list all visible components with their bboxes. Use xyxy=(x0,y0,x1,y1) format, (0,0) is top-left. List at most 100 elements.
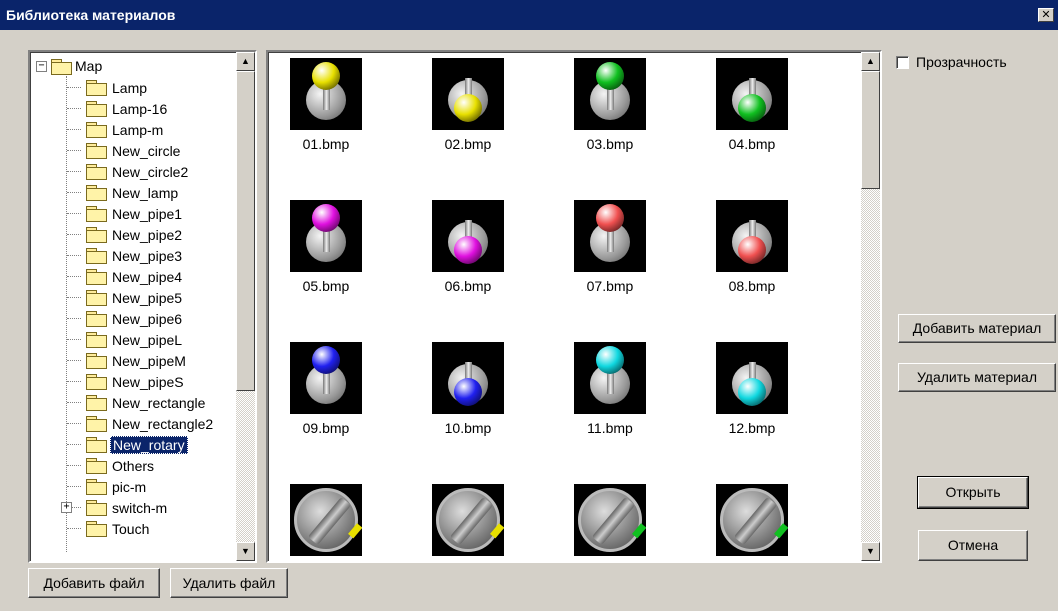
tree-item[interactable]: New_pipe5 xyxy=(82,287,184,308)
toggle-switch-thumbnail xyxy=(290,342,362,414)
material-tile[interactable]: 01.bmp xyxy=(276,58,376,152)
material-tile[interactable]: 03.bmp xyxy=(560,58,660,152)
tree-item[interactable]: New_pipeL xyxy=(82,329,184,350)
tree-connector xyxy=(67,129,81,130)
tree-connector xyxy=(67,87,81,88)
tree-item[interactable]: New_pipe2 xyxy=(82,224,184,245)
tree-item-label: New_pipe3 xyxy=(112,247,183,264)
tree-item[interactable]: Lamp-16 xyxy=(82,98,169,119)
tree-item[interactable]: Lamp xyxy=(82,77,149,98)
tree-item[interactable]: New_rectangle xyxy=(82,392,207,413)
tree-item[interactable]: New_lamp xyxy=(82,182,180,203)
folder-icon xyxy=(86,332,107,348)
folder-icon xyxy=(86,458,107,474)
folder-icon xyxy=(86,437,107,453)
tree-item[interactable]: New_circle2 xyxy=(82,161,190,182)
tree-item[interactable]: Others xyxy=(82,455,156,476)
material-file-name: 07.bmp xyxy=(586,278,634,294)
material-tile[interactable]: 05.bmp xyxy=(276,200,376,294)
tree-item[interactable]: Lamp-m xyxy=(82,119,165,140)
tree-connector xyxy=(67,234,81,235)
tree-connector xyxy=(67,339,81,340)
material-tile[interactable] xyxy=(702,484,802,556)
material-tile[interactable]: 06.bmp xyxy=(418,200,518,294)
tree-item[interactable]: New_pipe4 xyxy=(82,266,184,287)
material-file-name: 02.bmp xyxy=(444,136,492,152)
folder-icon xyxy=(86,353,107,369)
delete-file-button[interactable]: Удалить файл xyxy=(170,568,288,598)
close-icon[interactable]: ✕ xyxy=(1038,8,1054,22)
tree-item[interactable]: New_circle xyxy=(82,140,182,161)
rotary-switch-thumbnail xyxy=(574,484,646,556)
material-tile[interactable]: 10.bmp xyxy=(418,342,518,436)
folder-icon xyxy=(86,80,107,96)
add-file-button[interactable]: Добавить файл xyxy=(28,568,160,598)
folder-icon xyxy=(86,101,107,117)
tree-connector xyxy=(67,318,81,319)
material-tile[interactable] xyxy=(276,484,376,556)
tree-item[interactable]: pic-m xyxy=(82,476,148,497)
folder-icon xyxy=(86,206,107,222)
folder-tree[interactable]: − Map Lamp Lamp-16 Lamp-m New_circle New_cir… xyxy=(28,50,257,563)
expand-icon[interactable]: + xyxy=(61,502,72,513)
toggle-switch-thumbnail xyxy=(574,58,646,130)
tree-item-label: pic-m xyxy=(112,478,147,495)
tree-item[interactable]: New_pipeS xyxy=(82,371,186,392)
toggle-switch-thumbnail xyxy=(432,200,504,272)
tree-item[interactable]: New_pipe6 xyxy=(82,308,184,329)
folder-icon xyxy=(86,479,107,495)
scroll-up-icon[interactable]: ▲ xyxy=(861,52,880,71)
material-tile[interactable] xyxy=(560,484,660,556)
material-tile[interactable]: 09.bmp xyxy=(276,342,376,436)
tree-item[interactable]: New_rectangle2 xyxy=(82,413,215,434)
folder-icon xyxy=(86,500,107,516)
material-tile[interactable]: 12.bmp xyxy=(702,342,802,436)
material-file-name: 08.bmp xyxy=(728,278,776,294)
tree-item[interactable]: New_rotary xyxy=(82,434,188,455)
scroll-up-icon[interactable]: ▲ xyxy=(236,52,255,71)
tree-connector xyxy=(67,444,81,445)
transparency-option[interactable]: Прозрачность xyxy=(896,54,1007,70)
toggle-switch-thumbnail xyxy=(432,58,504,130)
tree-scrollbar[interactable]: ▲ ▼ xyxy=(236,52,255,561)
tree-item[interactable]: New_pipe3 xyxy=(82,245,184,266)
material-tile[interactable]: 08.bmp xyxy=(702,200,802,294)
tree-connector xyxy=(67,297,81,298)
material-gallery[interactable]: 01.bmp 02.bmp 03.bmp 04.bmp 05.bmp 06.bmp 07.b… xyxy=(266,50,882,563)
tree-connector xyxy=(67,360,81,361)
tree-item-label: New_pipe1 xyxy=(112,205,183,222)
scroll-down-icon[interactable]: ▼ xyxy=(861,542,880,561)
tree-root-item[interactable]: − Map xyxy=(36,56,102,76)
tree-connector xyxy=(67,192,81,193)
material-tile[interactable]: 04.bmp xyxy=(702,58,802,152)
scroll-down-icon[interactable]: ▼ xyxy=(236,542,255,561)
material-tile[interactable]: 07.bmp xyxy=(560,200,660,294)
delete-material-button[interactable]: Удалить материал xyxy=(898,363,1056,392)
material-tile[interactable] xyxy=(418,484,518,556)
tree-item-label: New_pipeS xyxy=(112,373,184,390)
material-file-name: 10.bmp xyxy=(444,420,492,436)
tree-item[interactable]: New_pipeM xyxy=(82,350,188,371)
add-material-button[interactable]: Добавить материал xyxy=(898,314,1056,343)
material-tile[interactable]: 02.bmp xyxy=(418,58,518,152)
transparency-label: Прозрачность xyxy=(916,54,1007,70)
folder-open-icon xyxy=(51,58,72,75)
scroll-thumb[interactable] xyxy=(236,71,255,391)
toggle-switch-thumbnail xyxy=(290,200,362,272)
tree-item-label: New_pipe6 xyxy=(112,310,183,327)
collapse-icon[interactable]: − xyxy=(36,60,47,72)
scroll-thumb[interactable] xyxy=(861,71,880,189)
tree-item[interactable]: New_pipe1 xyxy=(82,203,184,224)
tree-item[interactable]: switch-m xyxy=(82,497,169,518)
material-tile[interactable]: 11.bmp xyxy=(560,342,660,436)
transparency-checkbox[interactable] xyxy=(896,55,909,69)
tree-item-label: New_pipe5 xyxy=(112,289,183,306)
tree-item[interactable]: Touch xyxy=(82,518,151,539)
gallery-scrollbar[interactable]: ▲ ▼ xyxy=(861,52,880,561)
cancel-button[interactable]: Отмена xyxy=(918,530,1028,561)
material-file-name: 05.bmp xyxy=(302,278,350,294)
title-bar: Библиотека материалов ✕ xyxy=(0,0,1058,30)
open-button[interactable]: Открыть xyxy=(917,476,1029,509)
material-file-name: 11.bmp xyxy=(587,420,633,436)
tree-item-label: Touch xyxy=(112,520,150,537)
